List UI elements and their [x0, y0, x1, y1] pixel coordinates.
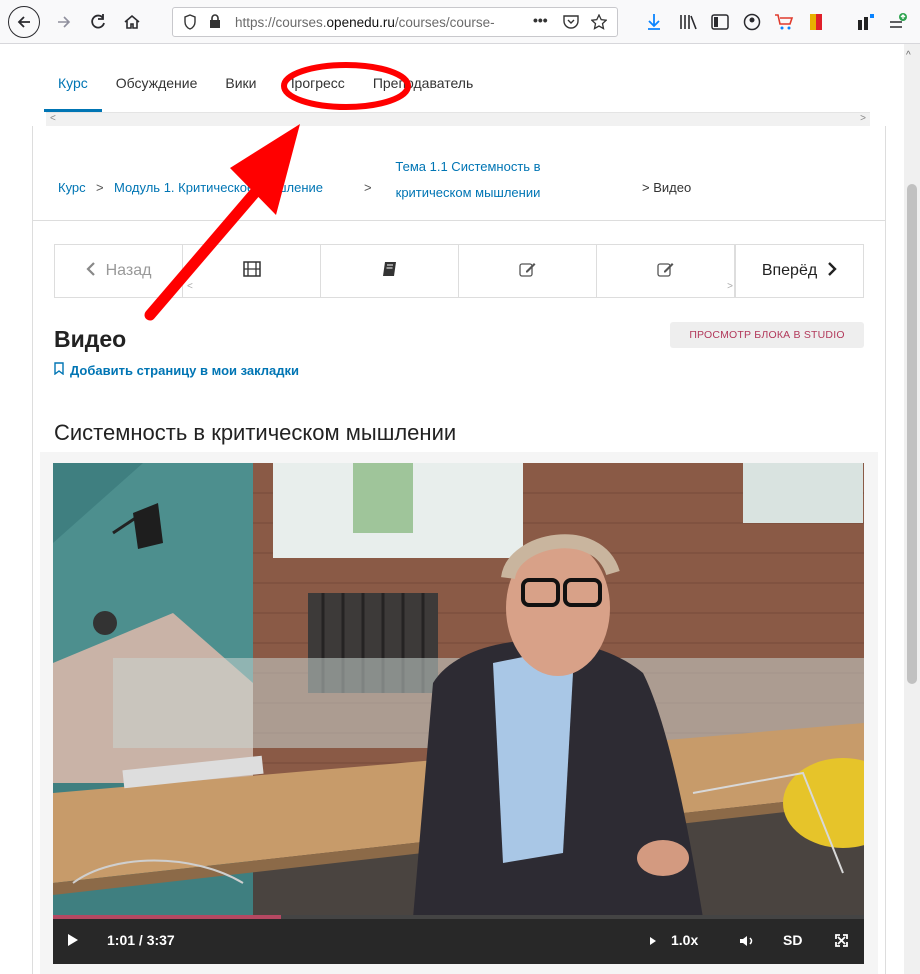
scroll-thumb[interactable]	[907, 184, 917, 684]
volume-button[interactable]	[739, 934, 755, 950]
speed-value[interactable]: 1.0x	[671, 932, 698, 948]
breadcrumb: Курс > Модуль 1. Критическое мышление > …	[58, 150, 818, 210]
menu-icon[interactable]	[884, 8, 912, 36]
fullscreen-icon	[835, 934, 848, 947]
breadcrumb-module[interactable]: Модуль 1. Критическое мышление	[114, 180, 323, 195]
tab-wiki[interactable]: Вики	[211, 64, 270, 112]
sequence-scrollbar[interactable]: < >	[183, 279, 737, 297]
breadcrumb-separator: >	[364, 180, 372, 195]
view-in-studio-button[interactable]: ПРОСМОТР БЛОКА В STUDIO	[670, 322, 864, 348]
course-tabs: Курс Обсуждение Вики Прогресс Преподават…	[44, 64, 487, 112]
video-controls: 1:01 / 3:37 1.0x SD	[53, 915, 864, 964]
play-icon	[68, 934, 78, 946]
reload-icon	[91, 14, 105, 29]
bookmark-button[interactable]: Добавить страницу в мои закладки	[54, 362, 299, 378]
video-frame-image	[53, 463, 864, 918]
sequence-nav: Назад Вперёд < >	[54, 244, 864, 298]
next-button[interactable]: Вперёд	[735, 245, 863, 297]
arrow-left-icon	[17, 16, 30, 28]
divider	[33, 220, 885, 221]
pocket-icon[interactable]	[563, 14, 579, 32]
tabs-horizontal-scrollbar[interactable]: < >	[46, 112, 870, 126]
url-text[interactable]: https://courses.openedu.ru/courses/cours…	[235, 15, 527, 30]
chevron-right-icon	[827, 261, 837, 281]
sidebar-icon[interactable]	[706, 8, 734, 36]
tab-course[interactable]: Курс	[44, 64, 102, 112]
extensions-icon[interactable]	[852, 8, 880, 36]
bookmark-flag-icon[interactable]	[802, 8, 830, 36]
bookmark-icon	[54, 362, 64, 378]
reload-button[interactable]	[84, 8, 112, 36]
video-progress-fill	[53, 915, 281, 919]
more-actions-icon[interactable]: •••	[533, 12, 548, 28]
quality-button[interactable]: SD	[783, 932, 802, 948]
tab-discussion[interactable]: Обсуждение	[102, 64, 212, 112]
play-button[interactable]	[67, 933, 79, 950]
star-icon[interactable]	[590, 13, 608, 33]
forward-button[interactable]	[50, 8, 78, 36]
library-icon[interactable]	[674, 8, 702, 36]
account-icon[interactable]	[738, 8, 766, 36]
block-title: Видео	[54, 326, 127, 352]
bookmark-label: Добавить страницу в мои закладки	[70, 362, 300, 378]
previous-label: Назад	[105, 262, 152, 279]
speed-button[interactable]	[649, 933, 657, 949]
video-time: 1:01 / 3:37	[107, 932, 175, 948]
page-scrollbar[interactable]: ^	[904, 44, 920, 974]
download-icon[interactable]	[640, 8, 668, 36]
cart-icon[interactable]	[770, 8, 798, 36]
home-button[interactable]	[118, 8, 146, 36]
arrow-right-icon	[58, 16, 71, 28]
scroll-right-icon[interactable]: >	[860, 113, 866, 124]
volume-icon	[740, 936, 753, 946]
breadcrumb-topic[interactable]: Тема 1.1 Системность в критическом мышле…	[378, 154, 558, 206]
tab-instructor[interactable]: Преподаватель	[359, 64, 487, 112]
caret-right-icon	[650, 937, 656, 945]
chevron-left-icon	[86, 261, 96, 281]
fullscreen-button[interactable]	[835, 934, 848, 950]
video-player[interactable]	[53, 463, 864, 918]
shield-icon[interactable]	[183, 14, 197, 33]
next-label: Вперёд	[761, 262, 818, 279]
home-icon	[124, 14, 140, 29]
video-progress-bar[interactable]	[53, 915, 864, 919]
address-bar[interactable]: https://courses.openedu.ru/courses/cours…	[172, 7, 618, 37]
tab-progress[interactable]: Прогресс	[270, 64, 358, 112]
breadcrumb-separator: >	[96, 180, 104, 195]
scroll-right-icon[interactable]: >	[727, 281, 733, 292]
scroll-left-icon[interactable]: <	[50, 113, 56, 124]
lock-icon[interactable]	[209, 14, 221, 32]
scroll-left-icon[interactable]: <	[187, 281, 193, 292]
video-title: Системность в критическом мышлении	[54, 420, 457, 445]
back-button[interactable]	[8, 6, 40, 38]
breadcrumb-course[interactable]: Курс	[58, 180, 86, 195]
previous-button[interactable]: Назад	[55, 245, 183, 297]
breadcrumb-current: > Видео	[642, 180, 692, 195]
scroll-up-arrow-icon[interactable]: ^	[906, 50, 911, 61]
browser-toolbar: https://courses.openedu.ru/courses/cours…	[0, 0, 920, 44]
